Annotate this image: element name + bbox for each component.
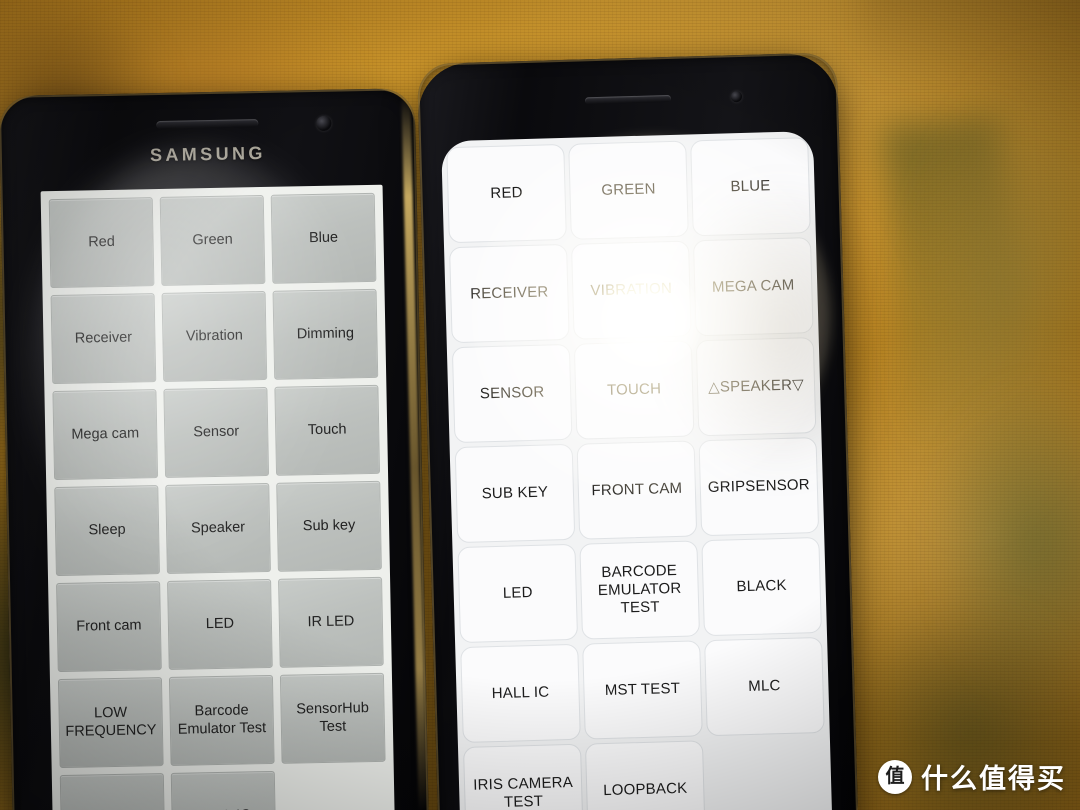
left-test-button[interactable]: Mega cam	[52, 389, 159, 481]
right-phone[interactable]: RED GREEN BLUE RECEIVER VIBRATION MEGA CAM SEN…	[416, 52, 860, 810]
right-test-empty-slot	[707, 737, 828, 810]
left-test-button-label: Mega cam	[71, 425, 140, 443]
left-test-button[interactable]: Barcode Emulator Test	[168, 674, 275, 766]
left-test-button[interactable]: Sensor	[163, 386, 270, 478]
left-test-button[interactable]: Front cam	[56, 581, 162, 673]
right-test-button-label: FRONT CAM	[591, 479, 683, 500]
right-test-button[interactable]: BARCODE EMULATOR TEST	[579, 540, 701, 640]
right-test-button[interactable]: SENSOR	[451, 343, 573, 444]
left-test-button-label: IR LED	[307, 612, 355, 630]
left-phone-screen[interactable]: Red Green Blue Receiver Vibration Dimming Mega…	[40, 184, 396, 810]
right-phone-screen[interactable]: RED GREEN BLUE RECEIVER VIBRATION MEGA CAM SEN…	[441, 130, 833, 810]
left-test-button[interactable]: Green	[159, 194, 266, 286]
left-test-button-label: Speaker	[190, 519, 246, 537]
right-test-button-label: BARCODE EMULATOR TEST	[597, 561, 682, 617]
photo-scene: SAMSUNG Red Green Blue Receiver Vibration Dim…	[0, 0, 1080, 810]
right-test-button-label: BLACK	[736, 576, 787, 596]
right-test-button[interactable]: RED	[446, 143, 567, 244]
left-test-button[interactable]: Touch	[274, 384, 381, 476]
right-test-button-label: GREEN	[601, 180, 656, 199]
right-test-button-label: SUB KEY	[481, 483, 549, 503]
right-test-button[interactable]: GRIPSENSOR	[698, 437, 820, 537]
right-test-button[interactable]: BLACK	[701, 536, 822, 637]
left-test-button[interactable]: Vibration	[161, 290, 268, 382]
left-test-button-label: LED	[205, 615, 235, 632]
left-test-button-label: Blue	[308, 229, 339, 246]
left-test-button[interactable]: Sleep	[54, 485, 160, 577]
right-test-button[interactable]: SUB KEY	[454, 443, 576, 544]
right-test-button[interactable]: TOUCH	[573, 340, 695, 440]
left-test-button-label: Receiver	[74, 329, 133, 347]
left-test-button[interactable]: HALL IC	[170, 770, 277, 810]
right-test-button-label: LOOPBACK	[602, 779, 688, 800]
right-test-button[interactable]: LED	[457, 543, 579, 644]
left-test-button-label: Sub key	[302, 516, 356, 534]
left-test-button[interactable]: Sub key	[276, 480, 382, 572]
right-test-button-label: BLUE	[730, 177, 771, 196]
right-test-button[interactable]: IRIS CAMERA TEST	[463, 743, 584, 810]
right-test-button-label: LED	[502, 583, 533, 602]
left-test-button-label: Front cam	[76, 617, 142, 635]
right-test-button[interactable]: FRONT CAM	[576, 440, 698, 540]
left-test-button-grid[interactable]: Red Green Blue Receiver Vibration Dimming Mega…	[41, 185, 396, 810]
fabric-pattern-leaf-lower-right	[840, 600, 1080, 810]
right-test-button[interactable]: HALL IC	[460, 643, 581, 744]
right-test-button[interactable]: △SPEAKER▽	[695, 337, 817, 437]
left-test-button[interactable]: Red	[48, 197, 155, 289]
left-test-button-label: Green	[192, 231, 233, 249]
right-test-button-label: VIBRATION	[590, 279, 673, 300]
right-test-button-label: TOUCH	[606, 380, 662, 399]
left-test-button-label: Touch	[307, 421, 347, 438]
left-test-button[interactable]: Black	[59, 773, 166, 810]
left-test-empty-slot	[282, 769, 388, 810]
right-test-button[interactable]: MEGA CAM	[692, 237, 814, 337]
right-test-button-label: RED	[490, 184, 523, 203]
right-test-button-label: RECEIVER	[469, 283, 549, 303]
left-test-button[interactable]: SensorHub Test	[279, 672, 386, 764]
left-test-button-label: SensorHub Test	[296, 699, 369, 735]
left-phone[interactable]: SAMSUNG Red Green Blue Receiver Vibration Dim…	[0, 88, 430, 810]
left-test-button[interactable]: Dimming	[272, 288, 379, 380]
right-test-button[interactable]: MLC	[704, 636, 825, 737]
left-test-button[interactable]: LED	[167, 578, 273, 670]
left-test-button-label: Vibration	[185, 327, 244, 345]
right-test-button-label: MLC	[748, 677, 781, 696]
left-test-button-label: Red	[88, 233, 116, 251]
right-test-button-label: GRIPSENSOR	[707, 476, 811, 497]
left-test-button-label: Sensor	[193, 423, 240, 441]
left-test-button[interactable]: Receiver	[50, 293, 157, 385]
right-test-button[interactable]: GREEN	[568, 140, 689, 240]
left-test-button[interactable]: IR LED	[278, 576, 384, 668]
right-test-button-label: HALL IC	[491, 683, 550, 703]
left-test-button[interactable]: Speaker	[165, 482, 271, 574]
right-test-button[interactable]: BLUE	[690, 137, 811, 237]
right-test-button-label: MEGA CAM	[711, 276, 795, 296]
right-test-button[interactable]: MST TEST	[582, 640, 703, 740]
right-test-button-label: SENSOR	[479, 383, 545, 403]
right-test-button-label: IRIS CAMERA TEST	[472, 773, 574, 810]
right-test-button-label: MST TEST	[604, 679, 681, 700]
right-test-button-label: △SPEAKER▽	[707, 376, 805, 397]
left-test-button-label: Sleep	[88, 521, 126, 539]
left-test-button-label: Dimming	[296, 324, 355, 343]
left-test-button[interactable]: LOW FREQUENCY	[57, 677, 164, 769]
right-test-button-grid[interactable]: RED GREEN BLUE RECEIVER VIBRATION MEGA CAM SEN…	[441, 131, 832, 810]
right-test-button[interactable]: LOOPBACK	[584, 740, 706, 810]
left-test-button[interactable]: Blue	[270, 192, 377, 284]
right-test-button[interactable]: VIBRATION	[570, 240, 692, 340]
left-test-button-label: LOW FREQUENCY	[65, 704, 157, 740]
left-test-button-label: Barcode Emulator Test	[177, 702, 267, 738]
right-test-button[interactable]: RECEIVER	[449, 243, 570, 344]
